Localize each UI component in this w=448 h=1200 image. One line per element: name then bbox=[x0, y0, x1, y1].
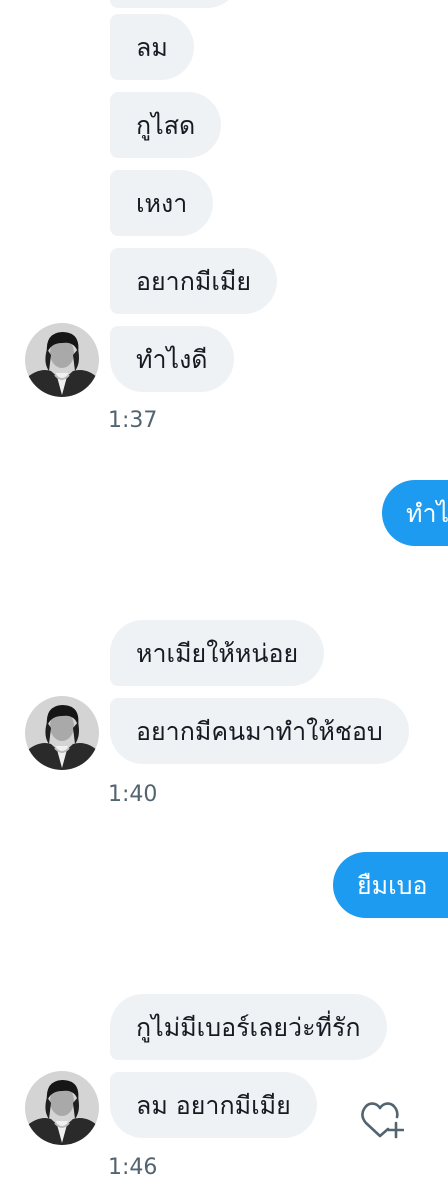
outgoing-message[interactable]: ทำไ bbox=[382, 480, 448, 546]
message-text: กูไม่มีเบอร์เลยว่ะที่รัก bbox=[136, 1012, 361, 1042]
message-text: ลม อยากมีเมีย bbox=[136, 1090, 291, 1120]
avatar-photo bbox=[25, 696, 99, 770]
incoming-message[interactable]: ทำไงดี bbox=[110, 326, 234, 392]
incoming-message[interactable]: ลม bbox=[110, 14, 194, 80]
incoming-message[interactable]: กูไสด bbox=[110, 92, 222, 158]
heart-plus-icon[interactable] bbox=[358, 1096, 405, 1142]
chat-window: ลม กูไสด เหงา อยากมีเมีย ทำไงดี 1:37 ทำไ… bbox=[0, 0, 448, 1200]
avatar-photo bbox=[25, 323, 99, 397]
message-text: อยากมีคนมาทำให้ชอบ bbox=[136, 716, 383, 746]
message-text: เหงา bbox=[136, 188, 188, 218]
avatar[interactable] bbox=[25, 323, 99, 397]
message-text: ทำไงดี bbox=[136, 344, 208, 374]
incoming-message[interactable]: อยากมีเมีย bbox=[110, 248, 277, 314]
incoming-message[interactable]: ลม อยากมีเมีย bbox=[110, 1072, 317, 1138]
timestamp: 1:46 bbox=[108, 1155, 158, 1180]
message-text: ลม bbox=[136, 32, 168, 62]
avatar[interactable] bbox=[25, 1071, 99, 1145]
incoming-message[interactable]: เหงา bbox=[110, 170, 214, 236]
avatar[interactable] bbox=[25, 696, 99, 770]
message-bubble-partial[interactable] bbox=[110, 0, 240, 8]
incoming-message[interactable]: หาเมียให้หน่อย bbox=[110, 620, 325, 686]
outgoing-message[interactable]: ยืมเบอ bbox=[333, 852, 448, 918]
timestamp: 1:40 bbox=[108, 782, 158, 807]
avatar-photo bbox=[25, 1071, 99, 1145]
message-text: อยากมีเมีย bbox=[136, 266, 251, 296]
message-text: กูไสด bbox=[136, 110, 196, 140]
message-text: หาเมียให้หน่อย bbox=[136, 638, 299, 668]
message-text: ยืมเบอ bbox=[357, 870, 428, 900]
message-text: ทำไ bbox=[406, 498, 448, 528]
incoming-message[interactable]: อยากมีคนมาทำให้ชอบ bbox=[110, 698, 409, 764]
timestamp: 1:37 bbox=[108, 408, 158, 433]
incoming-message[interactable]: กูไม่มีเบอร์เลยว่ะที่รัก bbox=[110, 994, 387, 1060]
